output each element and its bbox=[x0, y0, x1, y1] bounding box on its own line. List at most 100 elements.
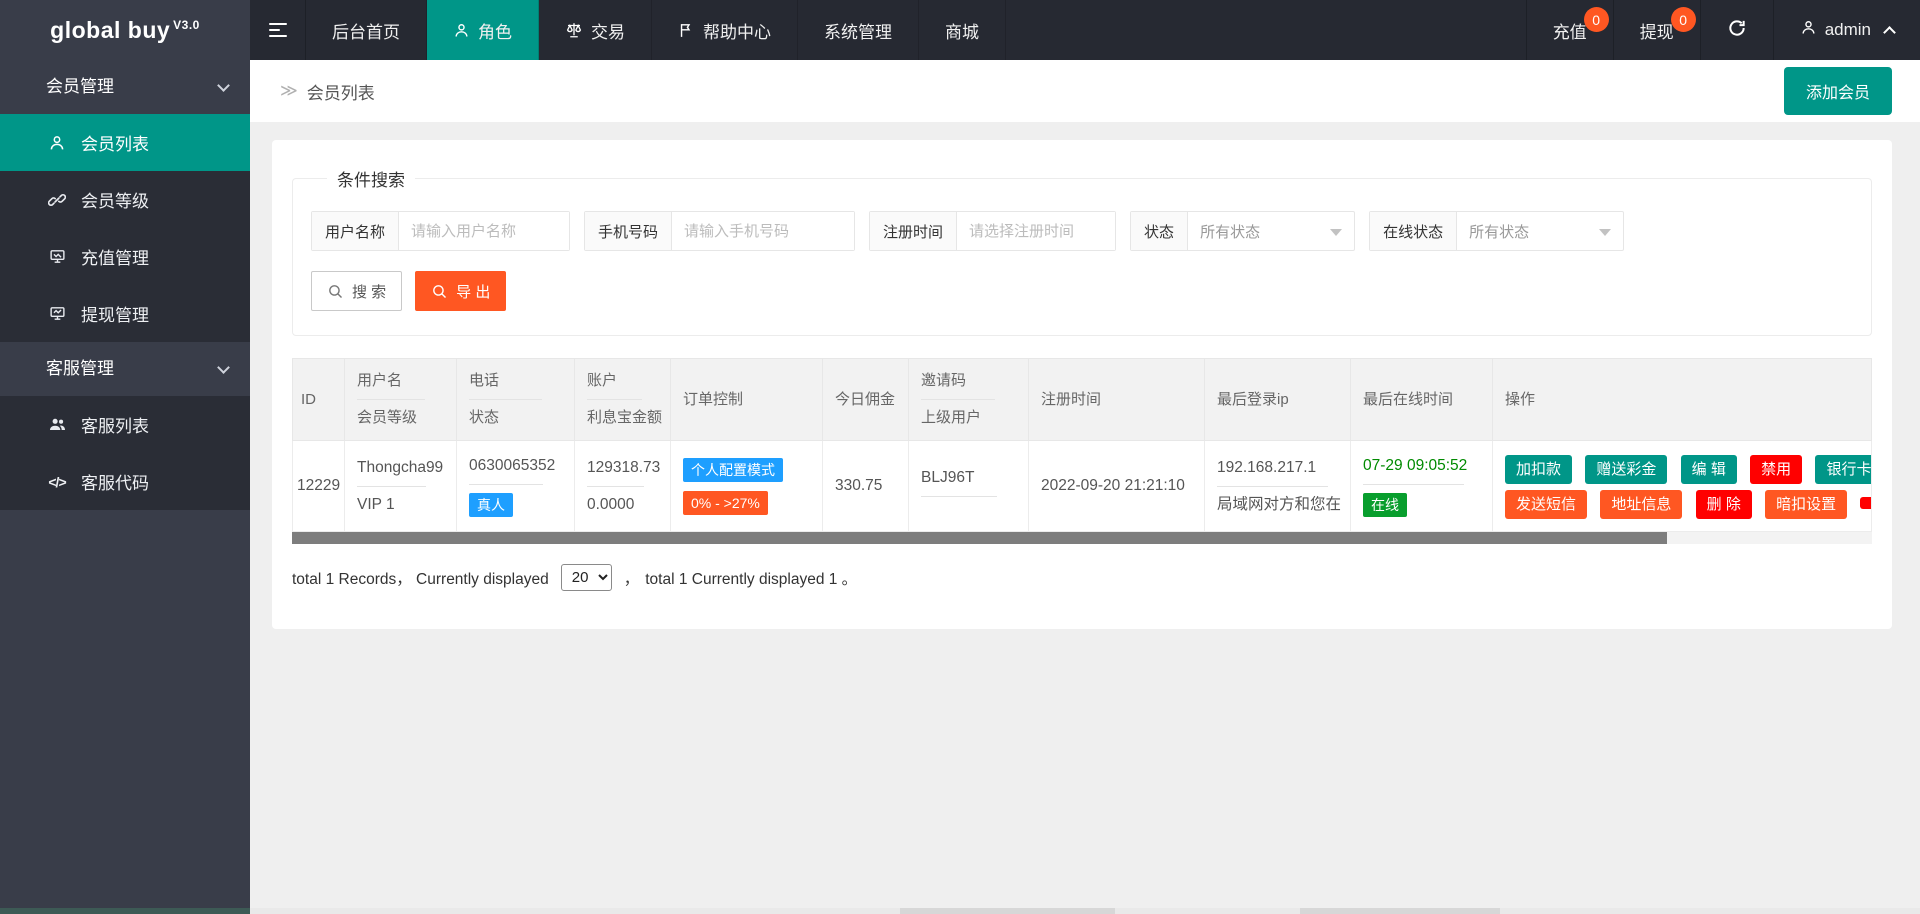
records-total-text: total 1 Records， Currently displayed bbox=[292, 570, 549, 588]
online-status-select[interactable]: 所有状态 bbox=[1457, 212, 1623, 250]
sidebar: 会员管理 会员列表 会员等级 充值管理 提现管理 客服管理 客服列表 </> 客… bbox=[0, 60, 250, 914]
nav-tab-label: 角色 bbox=[478, 22, 512, 42]
recharge-button[interactable]: 充值 0 bbox=[1525, 0, 1613, 60]
regtime-input[interactable] bbox=[957, 212, 1116, 250]
page-horizontal-scrollbar[interactable] bbox=[0, 908, 1920, 914]
page-size-select[interactable]: 20 bbox=[560, 564, 612, 591]
sidebar-item-member-level[interactable]: 会员等级 bbox=[0, 171, 250, 228]
filter-username: 用户名称 bbox=[311, 211, 571, 251]
col-lastonline: 最后在线时间 bbox=[1350, 358, 1493, 441]
table-header-row: ID 用户名 会员等级 电话 状态 账户 利息宝金额 订单控制 今日佣金 邀请码 bbox=[292, 358, 1872, 441]
sidebar-item-recharge-mgmt[interactable]: 充值管理 bbox=[0, 228, 250, 285]
col-commission: 今日佣金 bbox=[822, 358, 909, 441]
sidebar-item-label: 客服代码 bbox=[81, 474, 149, 493]
filter-phone: 手机号码 bbox=[584, 211, 856, 251]
sidebar-item-label: 会员等级 bbox=[81, 192, 149, 211]
code-icon: </> bbox=[48, 473, 66, 490]
nav-tab-roles[interactable]: 角色 bbox=[427, 0, 539, 60]
username-input[interactable] bbox=[399, 212, 570, 250]
app-version: V3.0 bbox=[173, 17, 200, 32]
user-menu[interactable]: admin bbox=[1772, 0, 1920, 60]
main-content: ≫ 会员列表 添加会员 条件搜索 用户名称 手机号码 注册时间 bbox=[250, 60, 1920, 914]
col-invite: 邀请码 上级用户 bbox=[908, 358, 1029, 441]
col-lastip: 最后登录ip bbox=[1204, 358, 1351, 441]
filter-label: 在线状态 bbox=[1370, 212, 1458, 250]
col-account: 账户 利息宝金额 bbox=[574, 358, 671, 441]
nav-tab-trade[interactable]: 交易 bbox=[539, 0, 652, 60]
filter-label: 注册时间 bbox=[870, 212, 958, 250]
table-row: 12229 Thongcha99 VIP 1 0630065352 真人 129… bbox=[292, 440, 1872, 532]
breadcrumb-arrow-icon: ≫ bbox=[280, 81, 298, 100]
table-horizontal-scrollbar[interactable] bbox=[292, 532, 1872, 544]
filter-label: 手机号码 bbox=[585, 212, 673, 250]
nav-tab-help[interactable]: 帮助中心 bbox=[652, 0, 798, 60]
cell-id: 12229 bbox=[292, 440, 345, 532]
nav-tab-label: 交易 bbox=[591, 22, 625, 42]
menu-toggle-icon[interactable] bbox=[250, 0, 306, 60]
action-more-button[interactable] bbox=[1860, 497, 1871, 509]
pagination-footer: total 1 Records， Currently displayed 20 … bbox=[292, 564, 1872, 591]
person-icon bbox=[47, 134, 67, 152]
scrollbar-thumb[interactable] bbox=[292, 532, 1667, 544]
cell-order-control: 个人配置模式 0% - >27% bbox=[670, 440, 823, 532]
cell-regtime: 2022-09-20 21:21:10 bbox=[1028, 440, 1205, 532]
col-id: ID bbox=[292, 358, 345, 441]
action-send-sms-button[interactable]: 发送短信 bbox=[1505, 490, 1588, 519]
sidebar-group-members[interactable]: 会员管理 bbox=[0, 60, 250, 114]
link-icon bbox=[47, 191, 67, 209]
col-username: 用户名 会员等级 bbox=[344, 358, 457, 441]
footer-separator: ， bbox=[623, 570, 640, 588]
filter-online-status: 在线状态 所有状态 bbox=[1369, 211, 1625, 251]
sidebar-item-member-list[interactable]: 会员列表 bbox=[0, 114, 250, 171]
refresh-button[interactable] bbox=[1699, 0, 1773, 60]
sidebar-item-service-list[interactable]: 客服列表 bbox=[0, 396, 250, 453]
sidebar-group-label: 会员管理 bbox=[46, 77, 114, 96]
col-order-control: 订单控制 bbox=[670, 358, 823, 441]
sidebar-group-service[interactable]: 客服管理 bbox=[0, 342, 250, 396]
sidebar-item-label: 提现管理 bbox=[81, 306, 149, 325]
page-scrollbar-thumb[interactable] bbox=[0, 908, 250, 914]
action-disable-button[interactable]: 禁用 bbox=[1750, 455, 1803, 484]
board-icon bbox=[47, 248, 67, 265]
status-select-value: 所有状态 bbox=[1200, 223, 1261, 241]
action-adjust-balance-button[interactable]: 加扣款 bbox=[1505, 455, 1573, 484]
caret-down-icon bbox=[1330, 229, 1343, 236]
action-address-info-button[interactable]: 地址信息 bbox=[1600, 490, 1683, 519]
withdraw-button[interactable]: 提现 0 bbox=[1612, 0, 1700, 60]
status-select[interactable]: 所有状态 bbox=[1188, 212, 1354, 250]
refresh-icon bbox=[1727, 18, 1747, 43]
order-range-badge: 0% - >27% bbox=[683, 490, 768, 515]
action-hidden-deduct-button[interactable]: 暗扣设置 bbox=[1765, 490, 1848, 519]
top-navbar: global buy V3.0 后台首页 角色 交易 帮助中心 系统管理 商城 充 bbox=[0, 0, 1920, 60]
export-button[interactable]: 导 出 bbox=[415, 271, 507, 311]
nav-tab-mall[interactable]: 商城 bbox=[919, 0, 1006, 60]
col-regtime: 注册时间 bbox=[1028, 358, 1205, 441]
action-gift-bonus-button[interactable]: 赠送彩金 bbox=[1585, 455, 1668, 484]
nav-tab-home[interactable]: 后台首页 bbox=[306, 0, 427, 60]
person-icon bbox=[453, 22, 470, 39]
sidebar-item-service-code[interactable]: </> 客服代码 bbox=[0, 453, 250, 510]
person-icon bbox=[1800, 19, 1817, 41]
logo: global buy V3.0 bbox=[0, 0, 250, 60]
search-icon bbox=[433, 284, 447, 298]
withdraw-label: 提现 bbox=[1639, 22, 1674, 42]
add-member-button[interactable]: 添加会员 bbox=[1783, 67, 1892, 115]
nav-tab-system[interactable]: 系统管理 bbox=[798, 0, 919, 60]
action-edit-button[interactable]: 编 辑 bbox=[1680, 455, 1737, 484]
nav-tab-label: 帮助中心 bbox=[703, 22, 771, 42]
search-button[interactable]: 搜 索 bbox=[311, 271, 403, 311]
phone-input[interactable] bbox=[672, 212, 855, 250]
action-bank-card-button[interactable]: 银行卡 bbox=[1815, 455, 1871, 484]
search-icon bbox=[329, 284, 343, 298]
online-badge: 在线 bbox=[1363, 492, 1407, 517]
records-shown-text: total 1 Currently displayed 1 。 bbox=[645, 570, 858, 588]
breadcrumb-bar: ≫ 会员列表 添加会员 bbox=[250, 60, 1920, 122]
sidebar-item-withdraw-mgmt[interactable]: 提现管理 bbox=[0, 285, 250, 342]
cell-phone: 0630065352 真人 bbox=[456, 440, 575, 532]
action-delete-button[interactable]: 删 除 bbox=[1695, 490, 1752, 519]
col-actions: 操作 bbox=[1492, 358, 1872, 441]
sidebar-item-label: 会员列表 bbox=[81, 135, 149, 154]
cell-lastonline: 07-29 09:05:52 在线 bbox=[1350, 440, 1493, 532]
breadcrumb: ≫ 会员列表 bbox=[280, 79, 375, 104]
page-title: 会员列表 bbox=[306, 83, 375, 103]
